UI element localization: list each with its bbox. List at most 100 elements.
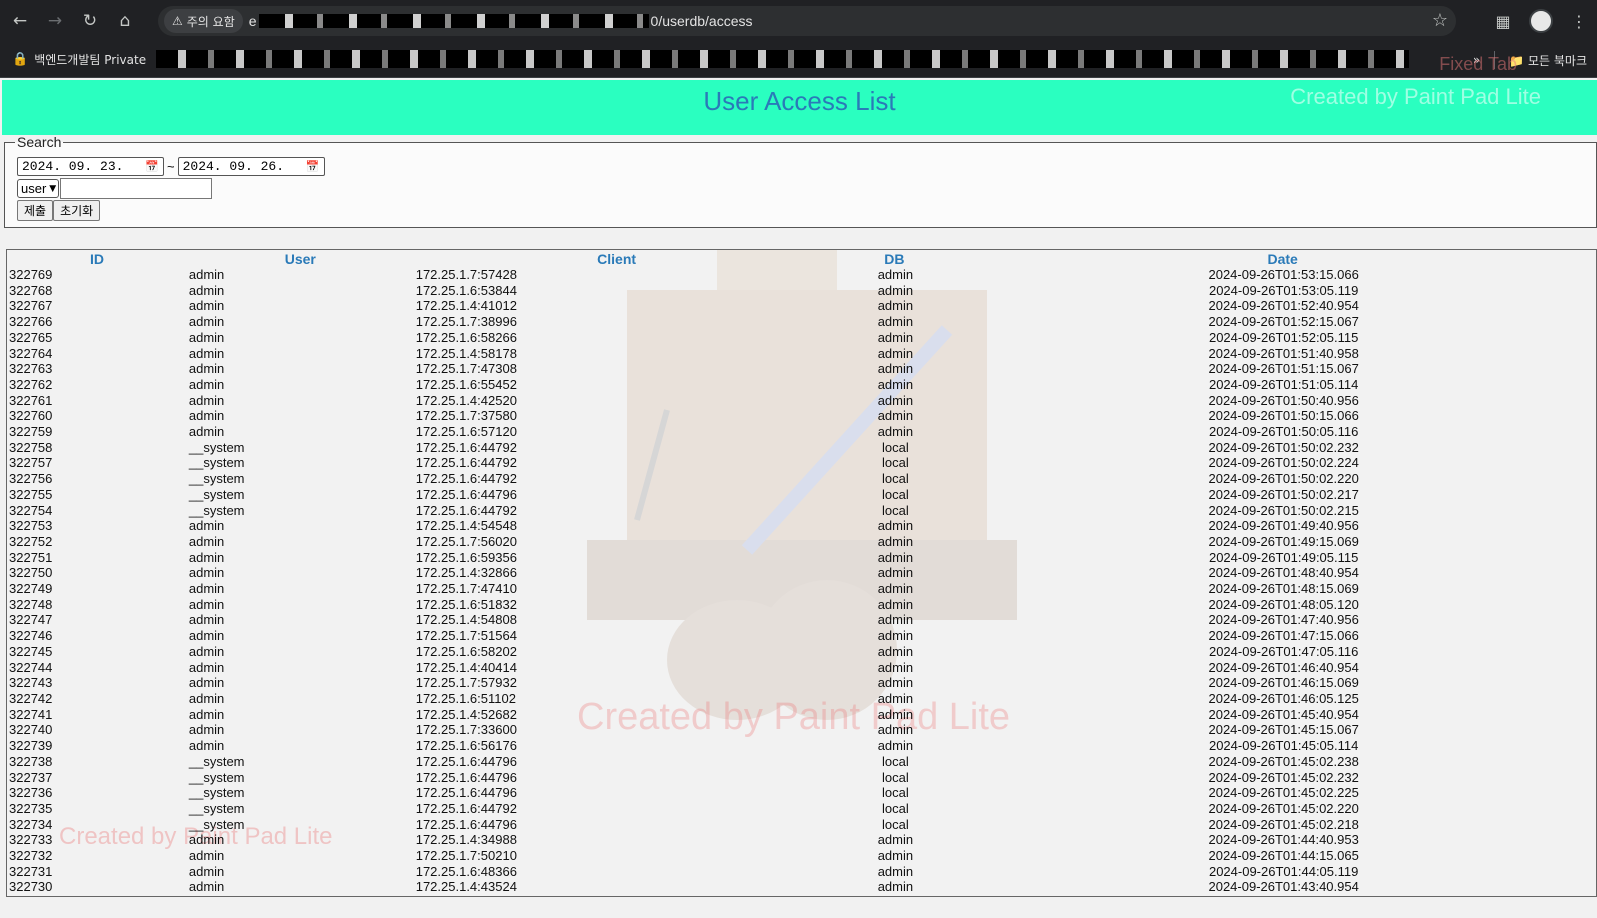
cell-id: 322736	[9, 785, 53, 801]
access-table-container: Created by Paint Pad Lite Created by Pai…	[6, 249, 1597, 897]
cell-client: 172.25.1.6:44792	[415, 502, 517, 518]
table-row: 322738 __system 172.25.1.6:44796 local 2024-…	[7, 754, 1596, 770]
column-header-db: DB	[884, 250, 905, 267]
table-row: 322744 admin 172.25.1.4:40414 admin 2024-09-…	[7, 660, 1596, 676]
cell-id: 322750	[9, 565, 53, 581]
calendar-icon[interactable]: 📅	[145, 160, 159, 173]
cell-date: 2024-09-26T01:45:02.225	[1208, 785, 1359, 801]
cell-user: __system	[188, 486, 245, 502]
cell-user: __system	[188, 816, 245, 832]
cell-client: 172.25.1.4:43524	[415, 879, 517, 895]
url-text[interactable]: e 0/userdb/access	[249, 13, 753, 29]
cell-id: 322752	[9, 533, 53, 549]
cell-date: 2024-09-26T01:52:05.115	[1208, 329, 1359, 345]
cell-id: 322755	[9, 486, 53, 502]
cell-user: admin	[188, 628, 225, 644]
date-from-input[interactable]: 2024. 09. 23. 📅	[17, 157, 164, 176]
table-row: 322764 admin 172.25.1.4:58178 admin 2024-09-…	[7, 346, 1596, 362]
bookmark-star-icon[interactable]: ☆	[1432, 10, 1448, 31]
cell-user: admin	[188, 675, 225, 691]
cell-db: admin	[877, 345, 914, 361]
cell-date: 2024-09-26T01:50:40.956	[1208, 392, 1359, 408]
cell-id: 322753	[9, 518, 53, 534]
cell-id: 322758	[9, 439, 53, 455]
table-row: 322759 admin 172.25.1.6:57120 admin 2024-09-…	[7, 424, 1596, 440]
search-input[interactable]	[60, 178, 213, 199]
cell-db: admin	[877, 565, 914, 581]
cell-db: admin	[877, 267, 914, 282]
cell-client: 172.25.1.4:32866	[415, 565, 517, 581]
date-to-input[interactable]: 2024. 09. 26. 📅	[177, 157, 325, 176]
cell-client: 172.25.1.6:48366	[415, 863, 517, 879]
cell-id: 322731	[9, 863, 53, 879]
calendar-icon[interactable]: 📅	[306, 160, 320, 173]
table-row: 322740 admin 172.25.1.7:33600 admin 2024-09-…	[7, 722, 1596, 738]
submit-button[interactable]: 제출	[17, 200, 54, 221]
cell-db: admin	[877, 832, 914, 848]
cell-client: 172.25.1.4:54808	[415, 612, 517, 628]
bookmark-private-label: 백엔드개발팀 Private	[34, 53, 147, 67]
cell-db: admin	[877, 738, 914, 754]
cell-date: 2024-09-26T01:50:02.232	[1208, 439, 1359, 455]
cell-id: 322756	[9, 471, 53, 487]
table-row: 322739 admin 172.25.1.6:56176 admin 2024-09-…	[7, 738, 1596, 754]
watermark-header-text: Created by Paint Pad Lite	[1290, 84, 1541, 109]
cell-db: admin	[877, 329, 914, 345]
cell-user: admin	[188, 581, 225, 597]
cell-db: admin	[877, 628, 914, 644]
all-bookmarks[interactable]: 📁 모든 북마크	[1509, 52, 1587, 69]
cell-date: 2024-09-26T01:50:02.215	[1208, 502, 1359, 518]
search-legend: Search	[17, 134, 62, 150]
field-select[interactable]: user ▼	[17, 179, 60, 198]
table-row: 322732 admin 172.25.1.7:50210 admin 2024-09-…	[7, 848, 1596, 864]
cell-user: __system	[188, 769, 245, 785]
extensions-icon[interactable]: ▦	[1485, 12, 1521, 31]
cell-id: 322762	[9, 376, 53, 392]
cell-db: admin	[877, 314, 914, 330]
cell-db: local	[882, 785, 909, 801]
cell-id: 322735	[9, 800, 53, 816]
cell-date: 2024-09-26T01:51:15.067	[1208, 361, 1359, 377]
table-row: 322749 admin 172.25.1.7:47410 admin 2024-09-…	[7, 581, 1596, 597]
cell-user: admin	[188, 533, 225, 549]
reset-button[interactable]: 초기화	[53, 200, 101, 221]
cell-client: 172.25.1.6:44796	[415, 753, 517, 769]
field-select-value: user	[21, 181, 47, 196]
url-start: e	[248, 13, 257, 29]
forward-icon[interactable]: →	[40, 6, 70, 36]
reload-icon[interactable]: ↻	[75, 6, 105, 36]
home-icon[interactable]: ⌂	[110, 6, 140, 36]
table-row: 322748 admin 172.25.1.6:51832 admin 2024-09-…	[7, 597, 1596, 613]
cell-db: local	[882, 455, 909, 471]
table-row: 322760 admin 172.25.1.7:37580 admin 2024-09-…	[7, 408, 1596, 424]
column-header-client: Client	[597, 250, 637, 267]
cell-client: 172.25.1.6:51102	[415, 690, 516, 706]
cell-client: 172.25.1.4:58178	[415, 345, 517, 361]
address-bar[interactable]: ⚠ 주의 요함 e 0/userdb/access ☆	[158, 6, 1456, 36]
cell-date: 2024-09-26T01:45:02.238	[1208, 753, 1359, 769]
cell-id: 322745	[9, 643, 53, 659]
search-form: Search 2024. 09. 23. 📅 ~ 2024. 09. 26. 📅…	[4, 134, 1597, 228]
cell-db: local	[882, 753, 909, 769]
cell-client: 172.25.1.6:57120	[415, 424, 517, 440]
cell-user: admin	[188, 329, 225, 345]
cell-db: local	[882, 439, 909, 455]
menu-icon[interactable]: ⋮	[1561, 12, 1597, 31]
cell-user: admin	[188, 345, 225, 361]
cell-date: 2024-09-26T01:50:02.220	[1208, 471, 1359, 487]
cell-db: local	[882, 800, 909, 816]
table-row: 322751 admin 172.25.1.6:59356 admin 2024-09-…	[7, 550, 1596, 566]
cell-date: 2024-09-26T01:46:40.954	[1208, 659, 1359, 675]
cell-date: 2024-09-26T01:48:05.120	[1208, 596, 1359, 612]
bookmark-private[interactable]: 🔒 백엔드개발팀 Private	[12, 51, 146, 68]
cell-client: 172.25.1.7:38996	[415, 314, 517, 330]
cell-db: admin	[877, 581, 914, 597]
cell-id: 322747	[9, 612, 53, 628]
profile-avatar[interactable]	[1529, 9, 1553, 33]
back-icon[interactable]: ←	[5, 6, 35, 36]
cell-db: admin	[877, 282, 914, 298]
security-warning-chip[interactable]: ⚠ 주의 요함	[164, 9, 243, 33]
date-range: 2024. 09. 23. 📅 ~ 2024. 09. 26. 📅	[17, 157, 1596, 176]
cell-id: 322739	[9, 738, 53, 754]
table-row: 322747 admin 172.25.1.4:54808 admin 2024-09-…	[7, 612, 1596, 628]
